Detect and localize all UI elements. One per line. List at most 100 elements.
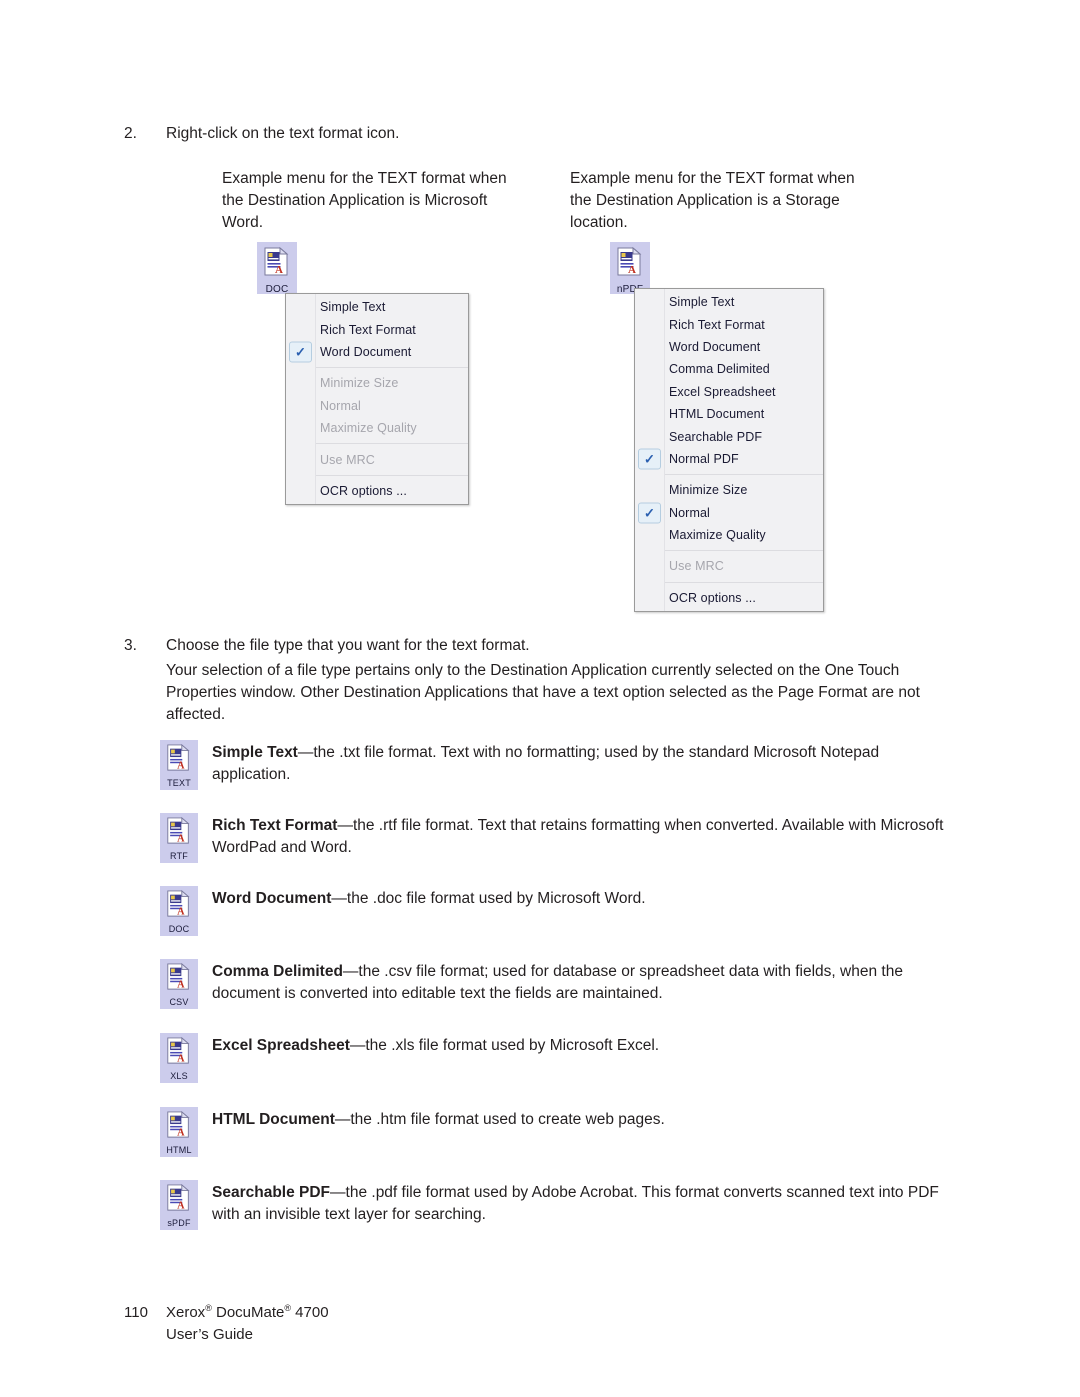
menu-item-label: Searchable PDF bbox=[669, 429, 763, 444]
file-icon-label: TEXT bbox=[167, 778, 191, 788]
checkmark-icon: ✓ bbox=[289, 341, 312, 363]
step-2-text: Right-click on the text format icon. bbox=[166, 125, 400, 142]
menu-item-use-mrc: ✓Use MRC bbox=[286, 448, 468, 470]
menu-item-word-document[interactable]: ✓Word Document bbox=[635, 336, 823, 358]
menu-item-ocr-options[interactable]: ✓OCR options ... bbox=[286, 480, 468, 502]
menu-item-label: Word Document bbox=[320, 344, 412, 359]
caption-storage-example: Example menu for the TEXT format when th… bbox=[570, 170, 855, 231]
file-icon-label: CSV bbox=[169, 997, 189, 1007]
menu-item-normal-pdf[interactable]: ✓ Normal PDF bbox=[635, 448, 823, 470]
file-icon-csv: A CSV bbox=[160, 959, 198, 1009]
format-term: Simple Text bbox=[212, 744, 298, 761]
menu-item-maximize-quality: ✓Maximize Quality bbox=[286, 417, 468, 439]
menu-item-ocr-options[interactable]: ✓OCR options ... bbox=[635, 587, 823, 609]
menu-item-searchable-pdf[interactable]: ✓Searchable PDF bbox=[635, 425, 823, 447]
document-page-icon: A bbox=[165, 889, 193, 924]
format-row-html: A HTML HTML Document—the .htm file format … bbox=[160, 1107, 960, 1157]
footer-page-number: 110 bbox=[124, 1304, 148, 1321]
menu-item-label: Rich Text Format bbox=[669, 317, 765, 332]
menu-item-label: Excel Spreadsheet bbox=[669, 384, 776, 399]
format-row-rtf: A RTF Rich Text Format—the .rtf file forma… bbox=[160, 813, 960, 863]
menu-separator bbox=[665, 550, 823, 552]
format-row-xls: A XLS Excel Spreadsheet—the .xls file form… bbox=[160, 1033, 960, 1083]
menu-separator bbox=[665, 474, 823, 476]
document-page-icon: A bbox=[262, 246, 292, 283]
format-row-spdf: AsPDF Searchable PDF—the .pdf file format… bbox=[160, 1180, 960, 1230]
menu-separator bbox=[316, 367, 468, 369]
format-description: Excel Spreadsheet—the .xls file format u… bbox=[212, 1033, 960, 1057]
document-page-icon: A bbox=[165, 816, 193, 851]
menu-item-label: Minimize Size bbox=[669, 483, 748, 498]
menu-item-label: Use MRC bbox=[320, 452, 375, 467]
menu-item-label: HTML Document bbox=[669, 407, 765, 422]
file-icon-label: HTML bbox=[166, 1145, 192, 1155]
file-icon-text: A TEXT bbox=[160, 740, 198, 790]
format-icon-wrapper: A HTML bbox=[160, 1107, 198, 1157]
format-term: HTML Document bbox=[212, 1111, 335, 1128]
menu-item-excel-spreadsheet[interactable]: ✓Excel Spreadsheet bbox=[635, 381, 823, 403]
format-description: Rich Text Format—the .rtf file format. T… bbox=[212, 813, 960, 860]
file-icon-label: sPDF bbox=[167, 1218, 191, 1228]
file-icon-doc: A DOC bbox=[160, 886, 198, 936]
menu-item-word-document[interactable]: ✓ Word Document bbox=[286, 341, 468, 363]
svg-text:A: A bbox=[177, 1200, 185, 1211]
file-icon-doc-word-example[interactable]: A DOC bbox=[257, 242, 297, 295]
menu-separator bbox=[316, 474, 468, 476]
menu-item-simple-text[interactable]: ✓Simple Text bbox=[635, 291, 823, 313]
format-term: Rich Text Format bbox=[212, 817, 338, 834]
menu-item-label: Normal bbox=[320, 398, 361, 413]
page-footer: 110 Xerox® DocuMate® 4700 User’s Guide bbox=[124, 1302, 644, 1346]
menu-item-rich-text-format[interactable]: ✓Rich Text Format bbox=[286, 318, 468, 340]
format-row-csv: A CSV Comma Delimited—the .csv file format… bbox=[160, 959, 960, 1009]
registered-mark-icon: ® bbox=[205, 1303, 212, 1313]
context-menu-storage-format[interactable]: ✓Simple Text✓Rich Text Format✓Word Docum… bbox=[634, 288, 824, 613]
file-icon-html: A HTML bbox=[160, 1107, 198, 1157]
menu-item-html-document[interactable]: ✓HTML Document bbox=[635, 403, 823, 425]
svg-text:A: A bbox=[177, 1127, 185, 1138]
menu-item-comma-delimited[interactable]: ✓Comma Delimited bbox=[635, 358, 823, 380]
svg-text:A: A bbox=[275, 264, 283, 276]
menu-item-minimize-size: ✓Minimize Size bbox=[286, 372, 468, 394]
menu-item-label: OCR options ... bbox=[320, 483, 407, 498]
format-description: Word Document—the .doc file format used … bbox=[212, 886, 960, 910]
document-page-icon: A bbox=[165, 743, 193, 778]
menu-item-normal[interactable]: ✓ Normal bbox=[635, 502, 823, 524]
menu-item-maximize-quality[interactable]: ✓Maximize Quality bbox=[635, 524, 823, 546]
svg-text:A: A bbox=[177, 979, 185, 990]
menu-separator bbox=[665, 581, 823, 583]
document-page-icon: A bbox=[615, 246, 645, 283]
format-row-text: A TEXT Simple Text—the .txt file format. T… bbox=[160, 740, 960, 790]
menu-item-label: Comma Delimited bbox=[669, 362, 770, 377]
format-term: Excel Spreadsheet bbox=[212, 1037, 350, 1054]
menu-item-label: Minimize Size bbox=[320, 376, 399, 391]
format-icon-wrapper: A DOC bbox=[160, 886, 198, 936]
menu-item-label: Word Document bbox=[669, 339, 761, 354]
svg-text:A: A bbox=[177, 906, 185, 917]
format-description: HTML Document—the .htm file format used … bbox=[212, 1107, 960, 1131]
menu-item-minimize-size[interactable]: ✓Minimize Size bbox=[635, 479, 823, 501]
document-page-icon: A bbox=[165, 1183, 193, 1218]
menu-item-simple-text[interactable]: ✓Simple Text bbox=[286, 296, 468, 318]
brand-documate: DocuMate bbox=[211, 1304, 285, 1321]
format-icon-wrapper: A TEXT bbox=[160, 740, 198, 790]
menu-item-label: Normal PDF bbox=[669, 451, 739, 466]
format-description: Comma Delimited—the .csv file format; us… bbox=[212, 959, 960, 1006]
file-icon-label: XLS bbox=[170, 1071, 188, 1081]
context-menu-word-format[interactable]: ✓Simple Text✓Rich Text Format✓ Word Docum… bbox=[285, 293, 469, 506]
step-3-paragraph: Your selection of a file type pertains o… bbox=[166, 662, 920, 723]
format-description-text: —the .txt file format. Text with no form… bbox=[212, 744, 880, 784]
format-term: Searchable PDF bbox=[212, 1184, 331, 1201]
document-page-icon: A bbox=[165, 1110, 193, 1145]
menu-item-rich-text-format[interactable]: ✓Rich Text Format bbox=[635, 313, 823, 335]
step-3-text: Choose the file type that you want for t… bbox=[166, 637, 530, 654]
menu-item-label: Use MRC bbox=[669, 559, 724, 574]
file-icon-xls: A XLS bbox=[160, 1033, 198, 1083]
step-2: 2. Right-click on the text format icon. bbox=[124, 123, 824, 145]
menu-item-label: OCR options ... bbox=[669, 590, 756, 605]
format-icon-wrapper: A XLS bbox=[160, 1033, 198, 1083]
step-2-number: 2. bbox=[124, 125, 137, 142]
menu-item-label: Rich Text Format bbox=[320, 322, 416, 337]
file-icon-npdf-storage-example[interactable]: A nPDF bbox=[610, 242, 650, 295]
document-page-icon: A bbox=[165, 962, 193, 997]
footer-guide-name: User’s Guide bbox=[166, 1325, 253, 1343]
